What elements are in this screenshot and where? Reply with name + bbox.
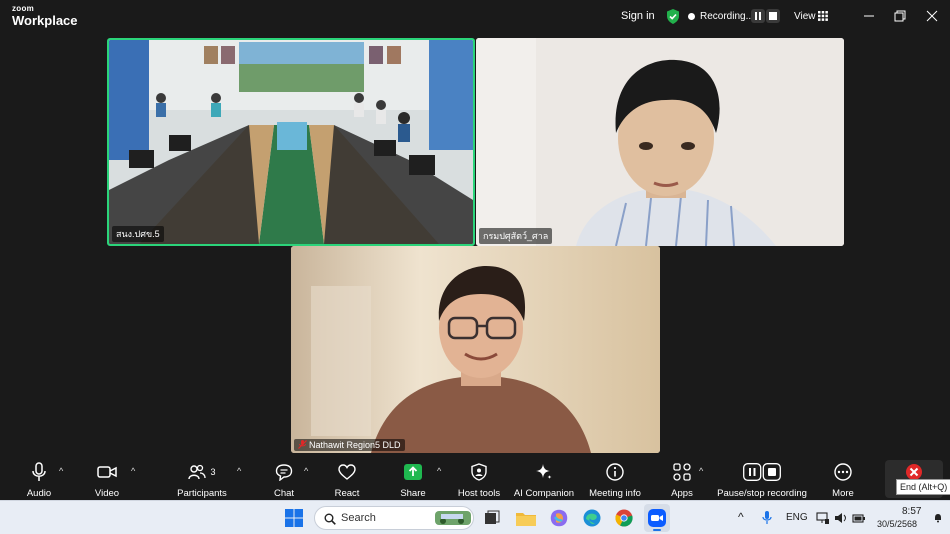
participants-icon [188,464,207,480]
share-options-chevron-icon[interactable]: ^ [437,466,441,476]
more-ellipsis-icon [834,463,852,481]
notification-bell-icon[interactable] [933,513,943,523]
zoom-logo: zoom Workplace [12,4,78,28]
meeting-info-label: Meeting info [589,488,641,499]
meeting-toolbar: Audio ^ Video ^ 3 Participants ^ Chat ^ … [0,455,950,500]
share-screen-icon [404,464,422,480]
participant-name-2: กรมปศุสัตว์_ศาล [479,228,553,244]
zoom-taskbar-button[interactable] [644,504,670,532]
ai-companion-button[interactable]: AI Companion [512,455,576,500]
copilot-icon[interactable] [550,509,568,527]
recording-pause-button[interactable] [751,9,765,23]
tray-microphone-icon[interactable] [762,511,772,525]
apps-button[interactable]: Apps [668,455,696,500]
chat-bubble-icon [275,464,293,481]
share-label: Share [400,488,426,499]
stop-icon [769,12,777,20]
more-button[interactable]: More [828,455,858,500]
chrome-browser-icon[interactable] [615,509,633,527]
conference-room-video [109,40,473,244]
participant-2-video [476,38,844,246]
view-button[interactable]: View [794,11,816,22]
chat-options-chevron-icon[interactable]: ^ [304,466,308,476]
search-icon [324,513,336,525]
apps-label: Apps [671,488,693,499]
taskbar-clock-date[interactable]: 30/5/2568 [877,519,917,529]
battery-icon[interactable] [852,511,866,525]
chat-button[interactable]: Chat [268,455,300,500]
pause-stop-recording-icon [743,463,781,481]
grid-view-icon[interactable] [818,11,828,21]
react-label: React [334,488,360,499]
encryption-shield-icon[interactable] [666,9,680,24]
logo-line2: Workplace [12,13,78,28]
heart-icon [338,464,356,480]
info-icon [606,463,624,481]
participant-name-1: สนง.ปศข.5 [112,226,164,242]
participants-options-chevron-icon[interactable]: ^ [237,466,241,476]
participants-label: Participants [177,488,227,499]
language-indicator[interactable]: ENG [786,512,808,523]
apps-icon [673,463,691,481]
search-placeholder: Search [341,512,376,524]
video-button[interactable]: Video [90,455,124,500]
video-label: Video [94,488,120,499]
taskbar-search-box[interactable]: Search [314,506,474,530]
react-button[interactable]: React [332,455,362,500]
audio-options-chevron-icon[interactable]: ^ [59,466,63,476]
close-icon[interactable] [925,9,939,23]
chat-label: Chat [273,488,295,499]
video-camera-icon [97,466,117,478]
microphone-icon [32,462,46,481]
recording-label: Recording... [700,11,754,22]
network-icon[interactable] [816,511,830,525]
windows-start-icon[interactable] [285,509,303,527]
restore-icon[interactable] [893,9,907,23]
muted-mic-icon [298,440,307,449]
host-tools-label: Host tools [457,488,501,499]
video-tile-participant-3[interactable]: Nathawit Region5 DLD [291,246,660,453]
logo-line1: zoom [12,4,35,13]
windows-taskbar: Search ^ ENG 8:57 30/5/2568 [0,500,950,534]
video-options-chevron-icon[interactable]: ^ [131,466,135,476]
video-tile-participant-2[interactable]: กรมปศุสัตว์_ศาล [476,38,844,246]
pause-stop-recording-label: Pause/stop recording [717,488,807,499]
audio-button[interactable]: Audio [22,455,56,500]
edge-browser-icon[interactable] [583,509,601,527]
recording-dot-icon [688,13,695,20]
participant-name-3-text: Nathawit Region5 DLD [309,440,401,450]
video-tile-conference-room[interactable]: สนง.ปศข.5 [107,38,475,246]
host-tools-button[interactable]: Host tools [456,455,502,500]
audio-label: Audio [26,488,52,499]
more-label: More [832,488,854,499]
recording-stop-button[interactable] [766,9,780,23]
pause-stop-recording-button[interactable]: Pause/stop recording [716,455,808,500]
share-button[interactable]: Share [398,455,428,500]
meeting-info-button[interactable]: Meeting info [586,455,644,500]
end-tooltip: End (Alt+Q) [896,479,950,495]
zoom-meeting-window: zoom Workplace Sign in Recording... View [0,0,950,500]
minimize-icon[interactable] [862,9,876,23]
ai-companion-label: AI Companion [513,488,575,499]
zoom-app-icon [648,509,666,527]
participant-name-3: Nathawit Region5 DLD [294,439,405,451]
pause-icon [755,12,761,20]
participant-3-video [291,246,660,453]
participants-button[interactable]: 3 Participants [176,455,228,500]
apps-options-chevron-icon[interactable]: ^ [699,466,703,476]
zoom-active-indicator [653,529,661,531]
taskbar-clock-time[interactable]: 8:57 [902,506,921,517]
file-explorer-icon[interactable] [516,510,536,526]
participants-count: 3 [210,467,216,477]
tray-overflow-chevron-icon[interactable]: ^ [738,510,744,524]
sign-in-link[interactable]: Sign in [621,10,655,22]
volume-icon[interactable] [834,511,848,525]
host-shield-icon [471,463,487,481]
search-highlight-icon [435,511,471,525]
title-bar: zoom Workplace Sign in Recording... View [0,0,950,34]
task-view-icon[interactable] [484,510,500,526]
ai-sparkle-icon [536,464,552,479]
